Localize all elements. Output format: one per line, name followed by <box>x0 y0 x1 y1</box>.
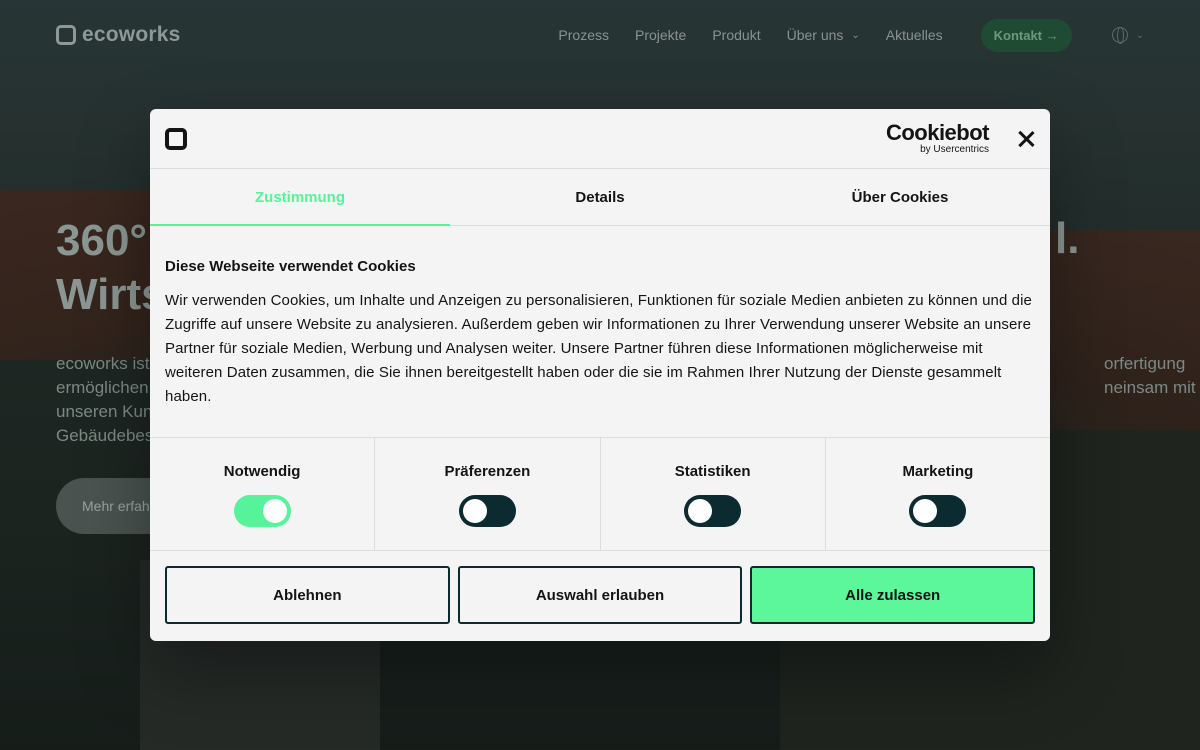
toggle-label: Marketing <box>902 463 974 480</box>
close-icon[interactable] <box>1017 130 1035 148</box>
toggle-knob <box>688 499 713 523</box>
toggle-group-statistiken: Statistiken <box>601 438 826 550</box>
toggle-label: Statistiken <box>674 463 751 480</box>
consent-content: Diese Webseite verwendet Cookies Wir ver… <box>150 226 1050 438</box>
dialog-header: Cookiebot by Usercentrics <box>150 109 1050 169</box>
logo[interactable]: ecoworks <box>56 23 180 47</box>
toggle-praeferenzen[interactable] <box>458 495 516 527</box>
language-selector[interactable]: ⌄ <box>1111 27 1144 44</box>
allow-selection-button[interactable]: Auswahl erlauben <box>457 566 743 624</box>
cookiebot-sub: by Usercentrics <box>920 144 989 155</box>
dialog-tabs: Zustimmung Details Über Cookies <box>150 169 1050 226</box>
cookiebot-name: Cookiebot <box>885 120 990 145</box>
chevron-down-icon: ⌄ <box>851 29 860 41</box>
chevron-down-icon: ⌄ <box>1135 29 1144 41</box>
contact-button[interactable]: Kontakt → <box>980 18 1072 52</box>
cookie-consent-dialog: Cookiebot by Usercentrics Zustimmung Det… <box>150 109 1050 641</box>
logo-text: ecoworks <box>82 23 181 46</box>
nav-item-ueber-uns-label: Über uns <box>786 27 844 43</box>
nav-item-ueber-uns[interactable]: Über uns ⌄ <box>787 27 860 43</box>
globe-icon <box>1111 27 1128 44</box>
toggle-group-notwendig: Notwendig <box>150 438 376 550</box>
hero-paragraph-right: orfertigung <box>1104 354 1186 373</box>
toggle-label: Präferenzen <box>444 463 531 480</box>
hero-paragraph-right: neinsam mit <box>1104 378 1196 397</box>
logo-icon <box>56 25 76 45</box>
tab-details[interactable]: Details <box>450 169 750 225</box>
nav-item-aktuelles[interactable]: Aktuelles <box>886 27 943 43</box>
toggle-knob <box>913 499 938 523</box>
toggle-statistiken[interactable] <box>684 495 742 527</box>
nav-item-produkt[interactable]: Produkt <box>712 27 760 43</box>
hero-title-end: l. <box>1055 214 1080 263</box>
toggle-marketing[interactable] <box>909 495 967 527</box>
toggle-group-praeferenzen: Präferenzen <box>375 438 601 550</box>
nav-item-prozess[interactable]: Prozess <box>558 27 609 43</box>
cookiebot-logo[interactable]: Cookiebot by Usercentrics <box>885 120 990 155</box>
ecoworks-logo-icon <box>165 127 187 150</box>
consent-body: Wir verwenden Cookies, um Inhalte und An… <box>165 292 1032 405</box>
nav-item-projekte[interactable]: Projekte <box>635 27 686 43</box>
toggle-notwendig[interactable] <box>233 495 291 527</box>
main-nav: Prozess Projekte Produkt Über uns ⌄ Aktu… <box>558 18 1144 52</box>
toggle-group-marketing: Marketing <box>826 438 1050 550</box>
tab-zustimmung[interactable]: Zustimmung <box>150 169 450 226</box>
site-header: ecoworks Prozess Projekte Produkt Über u… <box>0 0 1200 70</box>
toggle-knob <box>462 499 487 523</box>
allow-all-button[interactable]: Alle zulassen <box>750 566 1036 624</box>
consent-buttons: Ablehnen Auswahl erlauben Alle zulassen <box>150 551 1050 639</box>
consent-toggles: Notwendig Präferenzen Statistiken Market… <box>150 438 1050 551</box>
toggle-label: Notwendig <box>223 463 301 480</box>
consent-heading: Diese Webseite verwendet Cookies <box>165 258 416 275</box>
decline-button[interactable]: Ablehnen <box>165 566 450 624</box>
toggle-knob <box>262 499 287 523</box>
tab-ueber-cookies[interactable]: Über Cookies <box>750 169 1050 225</box>
